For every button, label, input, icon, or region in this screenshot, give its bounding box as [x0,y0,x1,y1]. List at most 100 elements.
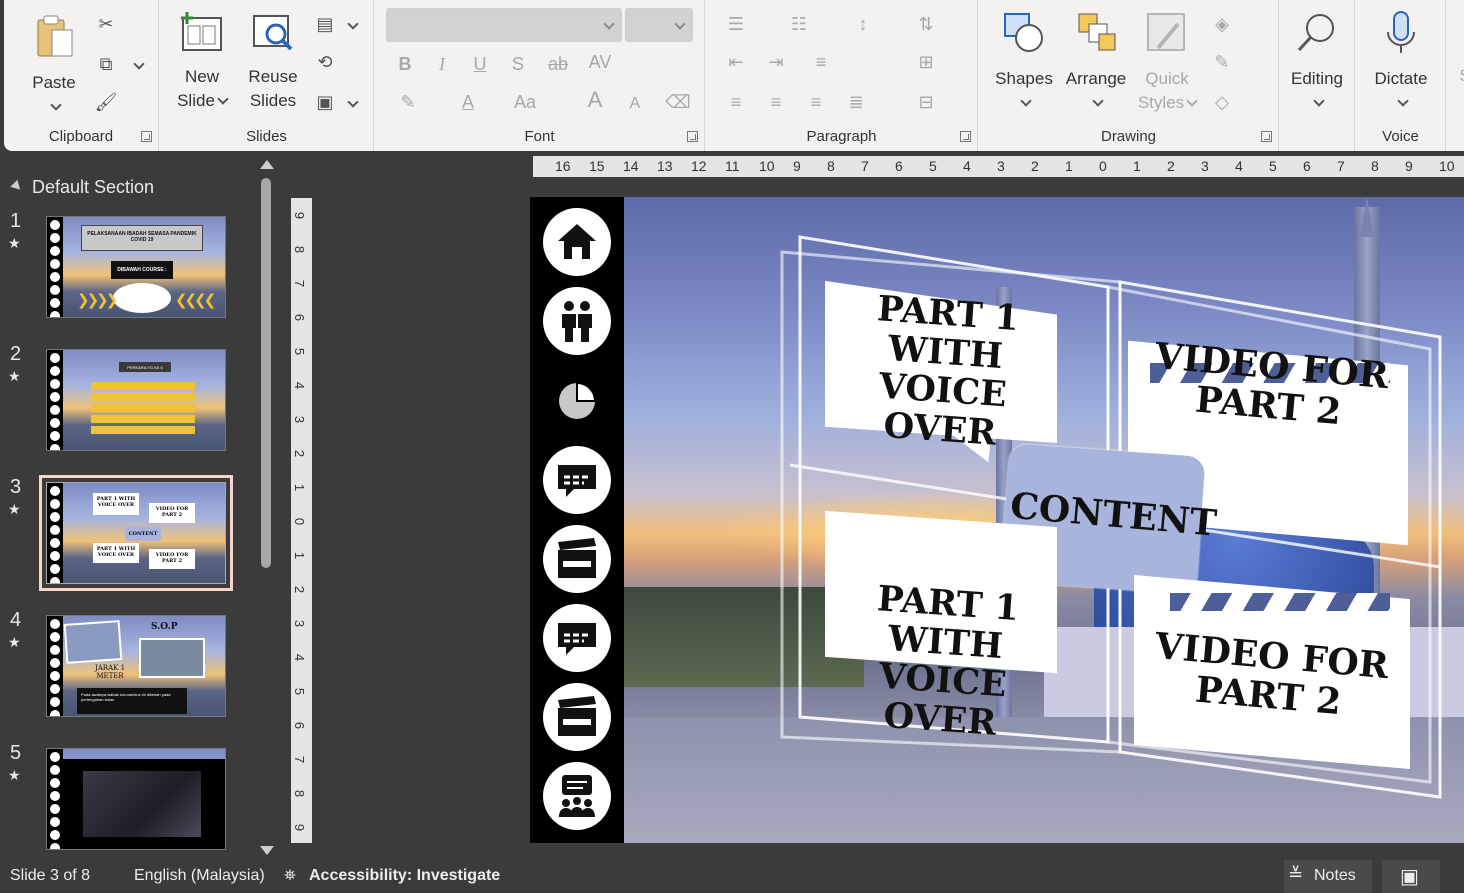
grow-font-button[interactable]: A [580,86,610,114]
ruler-tick-label: 6 [1303,158,1311,174]
cut-off-button[interactable]: S [1455,64,1464,88]
shape-effects-button[interactable]: ◇ [1207,88,1237,116]
ruler-tick-label: 4 [1235,158,1243,174]
slide-thumbnail-1[interactable]: PELAKSANAAN IBADAH SEMASA PANDEMIK COVID… [46,216,226,318]
ruler-tick-label: 9 [1405,158,1413,174]
ruler-tick-label: 7 [1337,158,1345,174]
sign-part1-top[interactable]: PART 1 WITH VOICE OVER [823,287,1065,457]
thumbnail-scrollbar[interactable] [258,160,274,855]
ruler-tick-label: 3 [292,415,308,424]
numbering-icon: ☷ [790,13,808,34]
justify-button[interactable]: ≣ [841,88,871,116]
font-color-button[interactable]: A [453,88,483,116]
columns-button[interactable]: ≡ [806,48,836,76]
new-slide-button[interactable]: New Slide [172,10,232,113]
align-text-button[interactable]: ⊞ [911,48,941,76]
underline-button[interactable]: U [465,50,495,78]
layout-dropdown[interactable] [336,10,366,38]
indent-icon: ⇥ [768,51,784,72]
animation-star-icon: ★ [8,235,21,251]
slides-label: Slides [246,128,287,145]
animation-star-icon: ★ [8,634,21,650]
columns-icon: ≡ [815,51,827,72]
quick-styles-button[interactable]: Quick Styles [1134,10,1200,115]
copy-dropdown[interactable] [122,50,152,78]
numbering-button[interactable]: ☷ [784,10,814,38]
language-indicator[interactable]: English (Malaysia) [134,867,265,885]
ruler-tick-label: 12 [691,158,707,174]
reuse-slides-button[interactable]: Reuse Slides [240,10,306,113]
ruler-tick-label: 8 [827,158,835,174]
clear-formatting-button[interactable]: ⌫ [663,88,693,116]
chat-button-2[interactable] [543,604,611,672]
slide-thumbnail-4[interactable]: S.O.P JARAK 1 METER Pada awalnya,wabak k… [46,615,226,717]
ruler-tick-label: 7 [292,755,308,764]
video-button-2[interactable] [543,683,611,751]
decrease-indent-button[interactable]: ⇤ [721,48,751,76]
strikethrough-button[interactable]: ab [543,50,573,78]
video-button-1[interactable] [543,525,611,593]
paste-button[interactable]: Paste [24,12,84,119]
smartart-button[interactable]: ⊟ [911,88,941,116]
line-spacing-button[interactable]: ↕ [848,10,878,38]
align-right-button[interactable]: ≡ [801,88,831,116]
slide-thumbnail-5[interactable] [46,748,226,850]
chat-button-1[interactable] [543,446,611,514]
ruler-tick-label: 0 [1099,158,1107,174]
arrange-button[interactable]: Arrange [1061,10,1131,115]
scroll-up-icon[interactable] [260,160,274,169]
editing-button[interactable]: Editing [1282,10,1352,115]
normal-view-button[interactable]: ▣ [1382,860,1440,893]
accessibility-status[interactable]: Accessibility: Investigate [309,867,500,885]
chart-button[interactable] [543,367,611,435]
shadow-button[interactable]: S [503,50,533,78]
line-spacing-icon: ↕ [858,13,868,34]
ruler-tick-label: 5 [1269,158,1277,174]
align-left-button[interactable]: ≡ [721,88,751,116]
font-launcher[interactable] [687,131,698,142]
section-header[interactable]: Default Section [10,177,154,198]
text-direction-button[interactable]: ⇅ [911,10,941,38]
font-size-combo[interactable] [625,8,693,42]
ruler-tick-label: 4 [292,381,308,390]
shapes-button[interactable]: Shapes [989,10,1059,115]
shape-fill-button[interactable]: ◈ [1207,10,1237,38]
discussion-button[interactable] [543,762,611,830]
collapse-icon [10,179,24,194]
drawing-launcher[interactable] [1261,131,1272,142]
home-button[interactable] [543,208,611,276]
shape-outline-button[interactable]: ✎ [1207,48,1237,76]
sign-part1-bottom[interactable]: PART 1 WITH VOICE OVER [823,577,1065,747]
center-button[interactable]: ≡ [761,88,791,116]
section-dropdown[interactable] [336,88,366,116]
bold-button[interactable]: B [390,50,420,78]
clipboard-launcher[interactable] [141,131,152,142]
reset-button[interactable]: ⟲ [310,48,340,76]
shrink-font-button[interactable]: A [620,90,650,118]
slide-counter[interactable]: Slide 3 of 8 [10,867,90,885]
cut-button[interactable]: ✂ [91,10,121,38]
change-case-button[interactable]: Aa [510,88,540,116]
bullets-button[interactable]: ☰ [721,10,751,38]
increase-indent-button[interactable]: ⇥ [761,48,791,76]
format-painter-button[interactable]: 🖌 [91,88,121,116]
scroll-thumb[interactable] [261,178,271,568]
notes-button[interactable]: ≚ Notes [1284,860,1372,893]
ruler-tick-label: 13 [657,158,673,174]
slide-thumbnail-2[interactable]: PERKARA YG KE 6 [46,349,226,451]
copy-button[interactable]: ⧉ [91,50,121,78]
navigation-sidebar [530,197,624,843]
ruler-tick-label: 8 [292,245,308,254]
thumb-text: PART 1 WITH VOICE OVER [93,543,139,563]
slide-thumbnail-3[interactable]: PART 1 WITH VOICE OVER VIDEO FOR PART 2 … [39,475,233,591]
paragraph-launcher[interactable] [960,131,971,142]
font-name-combo[interactable] [386,8,622,42]
dictate-button[interactable]: Dictate [1364,10,1438,115]
section-icon: ▣ [316,91,334,112]
italic-button[interactable]: I [427,50,457,78]
scroll-down-icon[interactable] [260,846,274,855]
character-spacing-button[interactable]: AV [585,48,615,76]
people-button[interactable] [543,287,611,355]
slide-canvas[interactable]: PART 1 WITH VOICE OVER VIDEO FOR PART 2 … [530,197,1464,843]
highlight-button[interactable]: ✎ [393,88,423,116]
